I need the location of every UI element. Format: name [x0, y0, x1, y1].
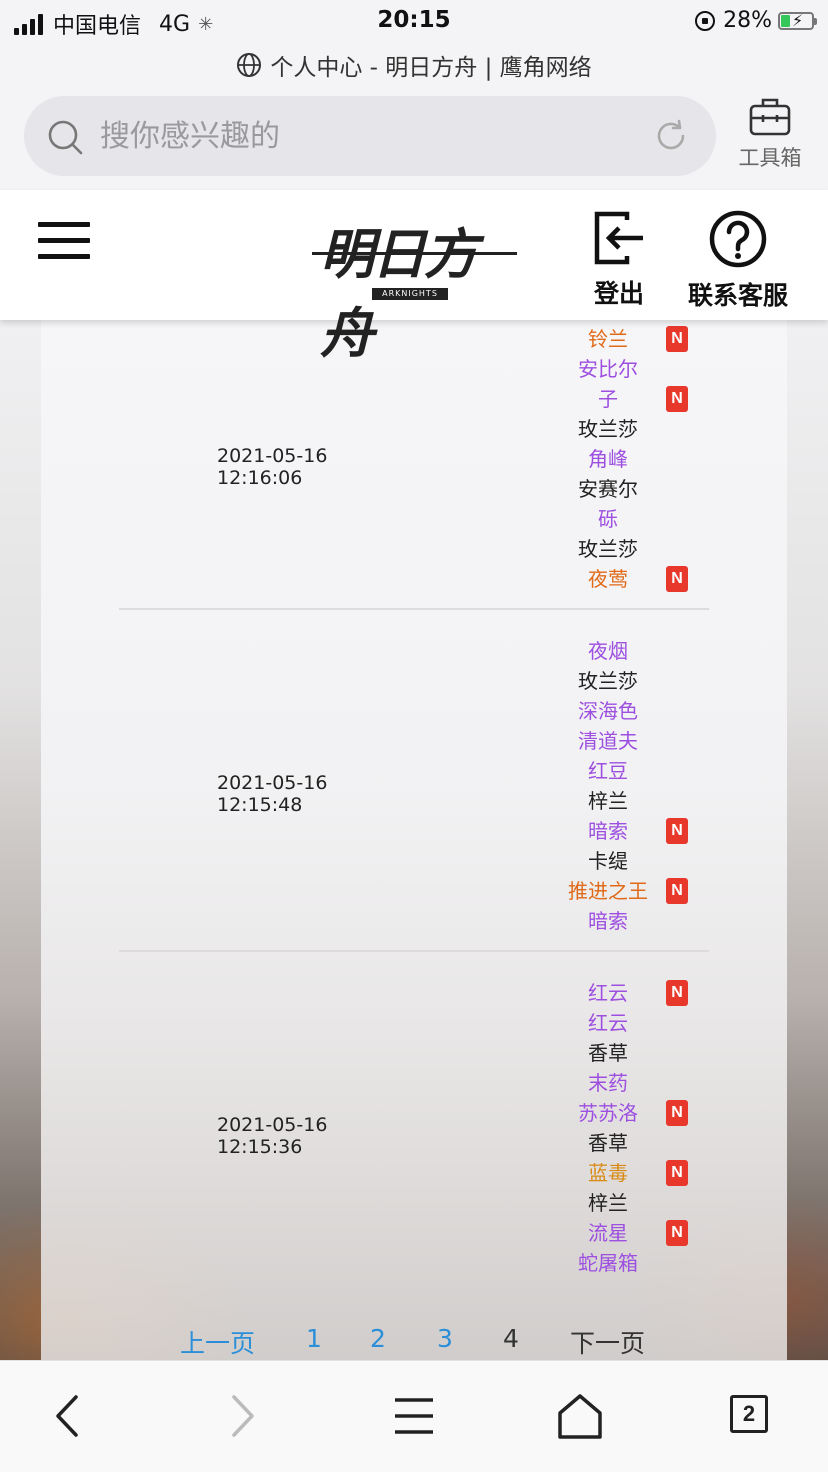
- new-badge: N: [666, 1220, 688, 1246]
- operator-name: 玫兰莎: [578, 669, 638, 693]
- operator-name: 暗索: [588, 909, 628, 933]
- operator-name: 梓兰: [588, 1191, 628, 1215]
- operator-name: 红豆: [588, 759, 628, 783]
- arknights-logo[interactable]: 明日方舟 ARKNIGHTS: [312, 206, 517, 365]
- operator-name: 红云: [588, 981, 628, 1005]
- globe-icon: [237, 53, 262, 77]
- home-icon[interactable]: [552, 1391, 608, 1441]
- operator-name: 推进之王: [568, 879, 648, 903]
- operator-name: 苏苏洛: [578, 1101, 638, 1125]
- operator-name: 子: [598, 387, 618, 411]
- logout-label: 登出: [593, 279, 644, 308]
- new-badge: N: [666, 1100, 688, 1126]
- tab-count-button[interactable]: 2: [730, 1395, 768, 1433]
- page-link-2[interactable]: 2: [370, 1324, 386, 1353]
- operator-name: 香草: [588, 1131, 628, 1155]
- customer-service-label: 联系客服: [687, 281, 788, 310]
- hamburger-menu-icon[interactable]: [38, 222, 90, 260]
- operator-name: 暗索: [588, 819, 628, 843]
- forward-arrow-icon[interactable]: [212, 1391, 268, 1441]
- operator-name: 蓝毒: [588, 1161, 628, 1185]
- status-bar: 中国电信 4G ✳ 20:15 28% ⚡: [0, 0, 828, 44]
- operator-name: 安赛尔: [578, 477, 638, 501]
- logo-subtext: ARKNIGHTS: [372, 288, 448, 300]
- search-icon: [48, 120, 83, 155]
- record-divider: [119, 608, 709, 610]
- operator-name: 蛇屠箱: [578, 1251, 638, 1275]
- toolbox-icon: [749, 98, 791, 136]
- record-time: 2021-05-16 12:15:48: [217, 772, 328, 816]
- back-arrow-icon[interactable]: [42, 1391, 98, 1441]
- pagination: 上一页 1 2 3 4 下一页: [41, 1320, 787, 1360]
- toolbox-label: 工具箱: [738, 146, 802, 170]
- operator-name: 末药: [588, 1071, 628, 1095]
- logout-icon: [594, 211, 643, 265]
- browser-bottom-bar: 2: [0, 1360, 828, 1472]
- operator-name: 梓兰: [588, 789, 628, 813]
- record-time: 2021-05-16 12:15:36: [217, 1114, 328, 1158]
- operator-name: 流星: [588, 1221, 628, 1245]
- new-badge: N: [666, 878, 688, 904]
- operator-name: 深海色: [578, 699, 638, 723]
- operator-name: 香草: [588, 1041, 628, 1065]
- new-badge: N: [666, 566, 688, 592]
- operator-name: 角峰: [588, 447, 628, 471]
- page-link-1[interactable]: 1: [306, 1324, 322, 1353]
- search-input[interactable]: [100, 112, 640, 160]
- operator-name: 夜莺: [588, 567, 628, 591]
- logout-button[interactable]: 登出: [586, 210, 652, 310]
- page-link-3[interactable]: 3: [437, 1324, 453, 1353]
- operator-name: 玫兰莎: [578, 537, 638, 561]
- next-page-link[interactable]: 下一页: [570, 1324, 645, 1360]
- gacha-records: 2021-05-16 12:16:06 铃兰 N 安比尔子 N 玫兰莎 角峰 安赛尔砾玫兰莎夜…: [41, 320, 787, 1360]
- rotation-lock-icon: [695, 10, 716, 31]
- menu-lines-icon[interactable]: [386, 1391, 442, 1441]
- browser-page-title: 个人中心 - 明日方舟 | 鹰角网络: [0, 44, 828, 86]
- operator-name: 玫兰莎: [578, 417, 638, 441]
- new-badge: N: [666, 386, 688, 412]
- record-time: 2021-05-16 12:16:06: [217, 445, 328, 489]
- browser-search-area: 工具箱: [0, 86, 828, 190]
- prev-page-link[interactable]: 上一页: [180, 1324, 255, 1360]
- battery-icon: ⚡: [778, 11, 817, 30]
- help-icon: [709, 210, 767, 268]
- refresh-icon[interactable]: [652, 117, 690, 155]
- battery-percent: 28%: [723, 8, 772, 33]
- operator-name: 清道夫: [578, 729, 638, 753]
- customer-service-button[interactable]: 联系客服: [682, 210, 794, 312]
- new-badge: N: [666, 980, 688, 1006]
- new-badge: N: [666, 818, 688, 844]
- toolbox-button[interactable]: 工具箱: [730, 94, 810, 172]
- new-badge: N: [666, 326, 688, 352]
- operator-name: 砾: [598, 507, 618, 531]
- new-badge: N: [666, 1160, 688, 1186]
- operator-name: 卡缇: [588, 849, 628, 873]
- page-current-4: 4: [503, 1324, 519, 1353]
- operator-name: 安比尔: [578, 357, 638, 381]
- page-title-text: 个人中心 - 明日方舟 | 鹰角网络: [270, 55, 592, 81]
- operator-name: 红云: [588, 1011, 628, 1035]
- site-header: 明日方舟 ARKNIGHTS 登出 联系客服: [0, 190, 828, 365]
- operator-name: 铃兰: [588, 327, 628, 351]
- search-box[interactable]: [24, 96, 716, 176]
- operator-name: 夜烟: [588, 639, 628, 663]
- record-divider: [119, 950, 709, 952]
